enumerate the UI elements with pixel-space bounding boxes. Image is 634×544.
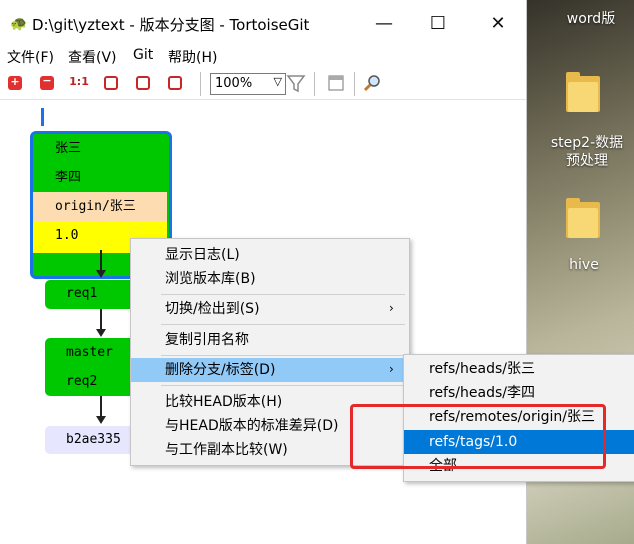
fit-width-button[interactable] <box>133 73 153 93</box>
fit-window-button[interactable] <box>101 73 121 93</box>
graph-edge <box>100 309 102 331</box>
graph-edge <box>100 250 102 272</box>
search-button[interactable] <box>362 73 382 93</box>
zoom-out-button[interactable]: − <box>37 73 57 93</box>
window-preview-icon <box>328 75 344 91</box>
graph-edge-arrowhead <box>96 416 106 424</box>
annotation-highlight-box <box>350 404 606 469</box>
toolbar-separator <box>354 72 355 96</box>
commit-hash: b2ae335 <box>66 432 121 447</box>
menu-item-switch-checkout[interactable]: 切换/检出到(S) <box>131 297 409 321</box>
ref-label-branch[interactable]: req2 <box>66 374 97 389</box>
zoom-select[interactable]: 100% ▽ <box>210 73 286 95</box>
toolbar-separator <box>200 72 201 96</box>
search-icon <box>363 75 380 92</box>
funnel-icon <box>286 75 306 93</box>
folder-icon[interactable] <box>566 72 600 112</box>
graph-edge-arrowhead <box>96 329 106 337</box>
menu-git[interactable]: Git <box>133 47 153 63</box>
tortoisegit-logo-icon: 🐢 <box>10 16 28 32</box>
toolbar-separator <box>314 72 315 96</box>
chevron-right-icon: › <box>389 301 394 315</box>
menu-item-delete-branch-tag[interactable]: 删除分支/标签(D) <box>131 358 409 382</box>
title-bar[interactable]: 🐢 D:\git\yztext - 版本分支图 - TortoiseGit — … <box>0 0 526 48</box>
menu-separator <box>161 355 405 356</box>
submenu-item-head-zhangsan[interactable]: refs/heads/张三 <box>404 357 634 381</box>
preview-button[interactable] <box>326 73 346 93</box>
menu-separator <box>161 294 405 295</box>
menu-item-show-log[interactable]: 显示日志(L) <box>131 243 409 267</box>
zoom-one-to-one-button[interactable]: 1:1 <box>69 73 89 93</box>
ref-label-remote[interactable]: origin/张三 <box>33 192 167 221</box>
menu-separator <box>161 324 405 325</box>
toolbar: + − 1:1 100% ▽ <box>0 69 526 100</box>
ref-label-branch[interactable]: 李四 <box>33 163 167 192</box>
zoom-in-button[interactable]: + <box>5 73 25 93</box>
menu-view[interactable]: 查看(V) <box>68 47 117 67</box>
ref-label-branch[interactable]: req1 <box>66 286 97 301</box>
menu-item-copy-ref-name[interactable]: 复制引用名称 <box>131 328 409 352</box>
ref-label-branch[interactable]: 张三 <box>33 134 167 163</box>
menu-bar: 文件(F) 查看(V) Git 帮助(H) <box>0 46 526 68</box>
menu-file[interactable]: 文件(F) <box>7 47 54 67</box>
desktop-label-hive[interactable]: hive <box>554 256 614 274</box>
chevron-right-icon: › <box>389 362 394 376</box>
minimize-button[interactable]: — <box>372 12 396 36</box>
desktop-label-step2[interactable]: step2-数据 预处理 <box>540 134 634 170</box>
commit-node-req1[interactable]: req1 <box>45 280 135 309</box>
ref-label-branch[interactable]: master <box>66 345 113 360</box>
zoom-value: 100% <box>215 76 253 91</box>
plus-icon: + <box>10 75 20 88</box>
chevron-down-icon: ▽ <box>273 75 282 88</box>
folder-icon[interactable] <box>566 198 600 238</box>
one-to-one-icon: 1:1 <box>69 75 89 88</box>
menu-help[interactable]: 帮助(H) <box>168 47 217 67</box>
close-button[interactable]: ✕ <box>486 12 510 36</box>
fit-height-button[interactable] <box>165 73 185 93</box>
maximize-button[interactable]: ☐ <box>426 12 450 36</box>
minus-icon: − <box>42 74 52 87</box>
menu-item-browse-repo[interactable]: 浏览版本库(B) <box>131 267 409 291</box>
graph-edge-top <box>41 108 44 126</box>
desktop-label-word[interactable]: word版 <box>556 10 626 28</box>
menu-separator <box>161 385 405 386</box>
commit-node-hash[interactable]: b2ae335 <box>45 426 135 454</box>
graph-edge <box>100 396 102 418</box>
filter-button[interactable] <box>286 73 306 93</box>
graph-edge-arrowhead <box>96 270 106 278</box>
commit-node-master[interactable]: master req2 <box>45 338 135 396</box>
window-title: D:\git\yztext - 版本分支图 - TortoiseGit <box>32 16 310 34</box>
submenu-item-head-lisi[interactable]: refs/heads/李四 <box>404 381 634 405</box>
